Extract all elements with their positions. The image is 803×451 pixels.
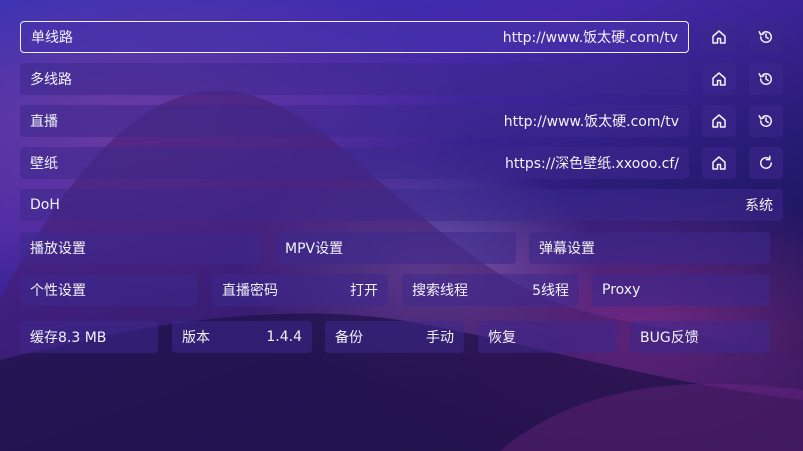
live-home-button[interactable] (702, 105, 736, 137)
backup-value: 手动 (426, 330, 454, 346)
proxy-label: Proxy (602, 282, 641, 298)
version-label: 版本 (182, 330, 210, 346)
single-line-label: 单线路 (31, 30, 73, 46)
danmaku-settings-label: 弹幕设置 (539, 241, 595, 257)
history-icon (758, 115, 772, 127)
personal-settings-label: 个性设置 (30, 283, 86, 299)
home-icon (712, 156, 726, 170)
refresh-icon (760, 155, 772, 169)
single-line-field[interactable]: 单线路 http://www.饭太硬.com/tv (20, 21, 689, 53)
multi-line-home-button[interactable] (702, 63, 736, 95)
doh-field[interactable]: DoH 系统 (20, 189, 783, 221)
doh-label: DoH (30, 197, 60, 213)
live-password-label: 直播密码 (222, 283, 278, 299)
cache-label: 缓存8.3 MB (30, 330, 107, 346)
history-icon (758, 31, 772, 43)
live-url: http://www.饭太硬.com/tv (503, 114, 679, 130)
playback-settings-button[interactable]: 播放设置 (20, 232, 262, 264)
playback-settings-label: 播放设置 (30, 241, 86, 257)
danmaku-settings-button[interactable]: 弹幕设置 (529, 232, 770, 264)
single-line-home-button[interactable] (702, 21, 736, 53)
backup-label: 备份 (335, 330, 363, 346)
search-threads-selector[interactable]: 搜索线程 5线程 (402, 274, 579, 306)
version-value: 1.4.4 (266, 329, 302, 345)
home-icon (712, 30, 726, 44)
multi-line-field[interactable]: 多线路 (20, 63, 689, 95)
live-label: 直播 (30, 114, 58, 130)
proxy-button[interactable]: Proxy (592, 274, 770, 306)
bug-feedback-label: BUG反馈 (640, 330, 699, 346)
wallpaper-url: https://深色壁纸.xxooo.cf/ (504, 156, 679, 172)
multi-line-label: 多线路 (30, 72, 72, 88)
history-icon (758, 73, 772, 85)
wallpaper-label: 壁纸 (30, 156, 58, 172)
home-icon (712, 72, 726, 86)
live-field[interactable]: 直播 http://www.饭太硬.com/tv (20, 105, 689, 137)
search-threads-label: 搜索线程 (412, 283, 468, 299)
cache-button[interactable]: 缓存8.3 MB (20, 321, 158, 353)
search-threads-value: 5线程 (532, 283, 569, 299)
home-icon (712, 114, 726, 128)
single-line-history-button[interactable] (749, 21, 783, 53)
restore-label: 恢复 (488, 330, 516, 346)
bug-feedback-button[interactable]: BUG反馈 (630, 321, 770, 353)
wallpaper-refresh-button[interactable] (749, 147, 783, 179)
mpv-settings-label: MPV设置 (285, 241, 344, 257)
live-password-value: 打开 (350, 283, 378, 299)
personal-settings-button[interactable]: 个性设置 (20, 274, 197, 306)
wallpaper-field[interactable]: 壁纸 https://深色壁纸.xxooo.cf/ (20, 147, 689, 179)
live-password-toggle[interactable]: 直播密码 打开 (212, 274, 388, 306)
wallpaper-home-button[interactable] (702, 147, 736, 179)
live-history-button[interactable] (749, 105, 783, 137)
backup-button[interactable]: 备份 手动 (325, 321, 464, 353)
mpv-settings-button[interactable]: MPV设置 (275, 232, 516, 264)
version-button[interactable]: 版本 1.4.4 (172, 321, 312, 353)
restore-button[interactable]: 恢复 (478, 321, 617, 353)
multi-line-history-button[interactable] (749, 63, 783, 95)
doh-value: 系统 (745, 198, 773, 214)
single-line-url: http://www.饭太硬.com/tv (502, 30, 678, 46)
